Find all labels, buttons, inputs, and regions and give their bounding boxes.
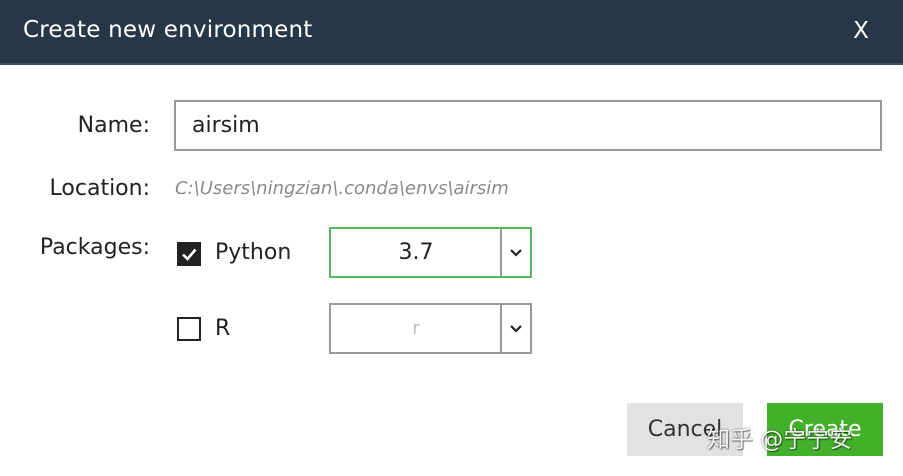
packages-label: Packages:	[39, 235, 150, 260]
python-label: Python	[215, 240, 292, 265]
r-label: R	[215, 316, 231, 341]
r-version-select[interactable]: r	[329, 303, 532, 354]
name-label: Name:	[77, 113, 150, 138]
cancel-button[interactable]: Cancel	[627, 403, 743, 456]
chevron-down-icon[interactable]	[502, 229, 530, 276]
dialog-titlebar: Create new environment X	[0, 0, 903, 65]
checkmark-icon	[182, 248, 197, 261]
r-checkbox[interactable]	[177, 317, 201, 341]
python-version-value: 3.7	[398, 240, 434, 265]
name-input[interactable]	[174, 100, 882, 151]
create-button[interactable]: Create	[767, 403, 883, 456]
location-path: C:\Users\ningzian\.conda\envs\airsim	[175, 178, 509, 199]
close-icon[interactable]: X	[846, 14, 876, 48]
python-version-select[interactable]: 3.7	[329, 227, 532, 278]
python-checkbox[interactable]	[177, 242, 201, 266]
r-version-value: r	[412, 318, 420, 339]
chevron-down-icon[interactable]	[502, 305, 530, 352]
location-label: Location:	[49, 176, 150, 201]
dialog-title: Create new environment	[23, 17, 313, 43]
